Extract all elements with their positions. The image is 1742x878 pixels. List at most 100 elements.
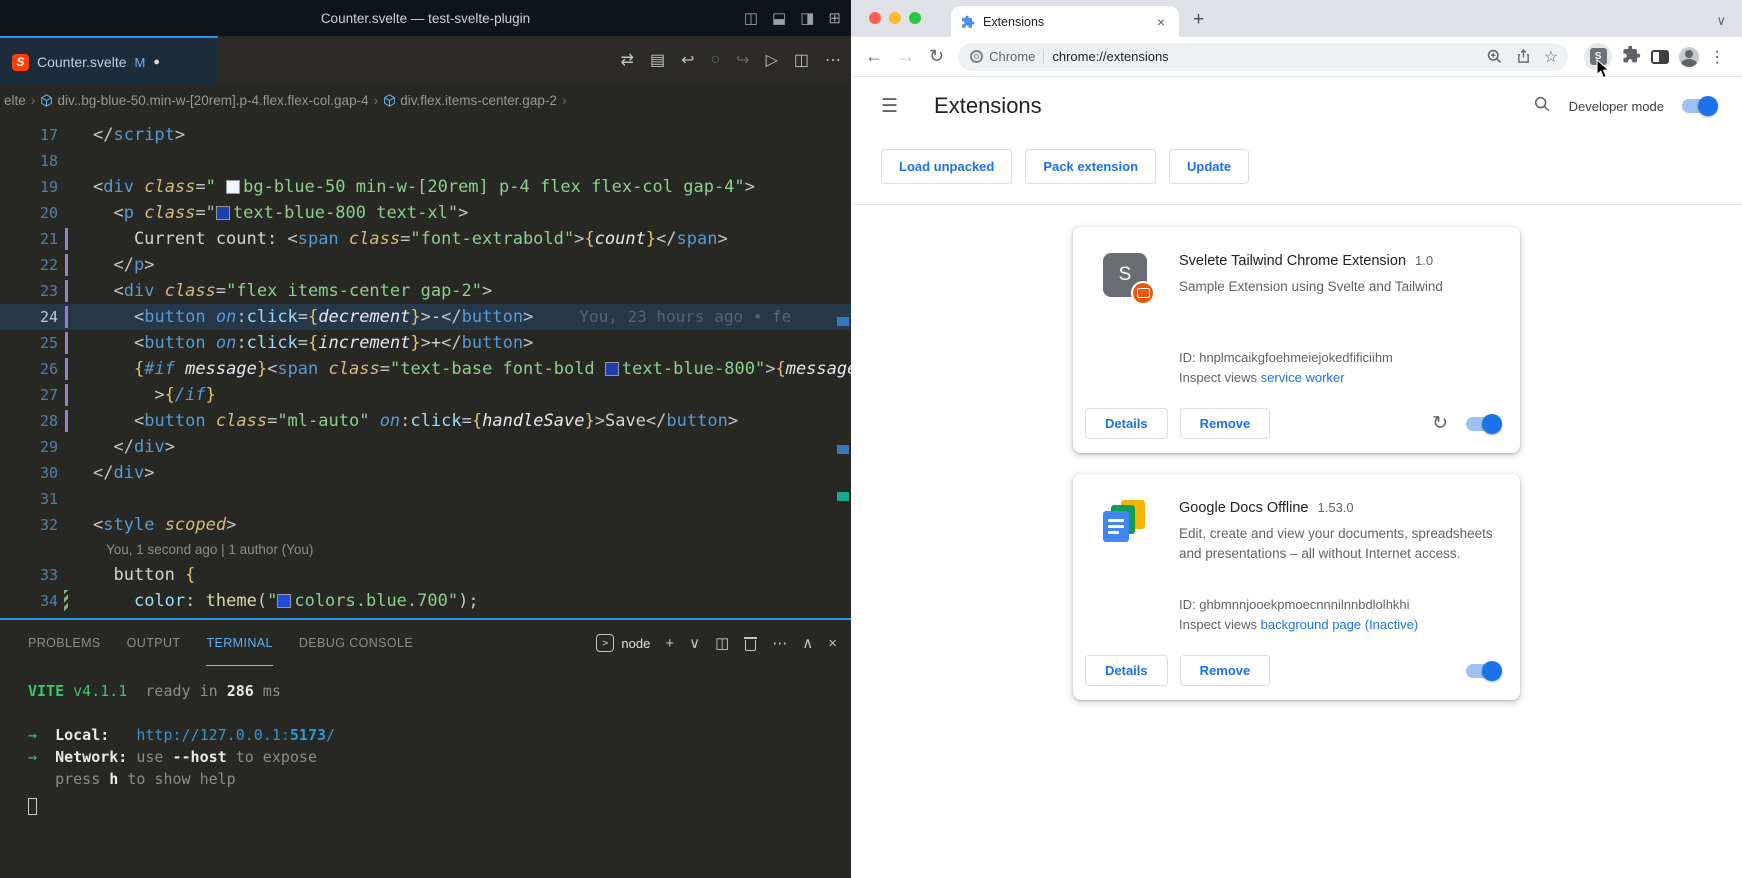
- code-text: {#if message}<span class="text-base font…: [84, 356, 851, 382]
- terminal-output[interactable]: VITE v4.1.1 ready in 286 ms→ Local: http…: [0, 666, 851, 819]
- zoom-icon[interactable]: [1486, 48, 1503, 65]
- code-line[interactable]: 30</div>: [0, 460, 851, 486]
- extension-enabled-toggle[interactable]: [1466, 417, 1500, 431]
- run-icon[interactable]: ▷: [766, 50, 778, 70]
- inspect-views-link[interactable]: service worker: [1261, 370, 1345, 385]
- blame-annotation-line[interactable]: You, 1 second ago | 1 author (You): [0, 538, 851, 562]
- color-swatch: [216, 206, 230, 220]
- nav-dot-icon[interactable]: ○: [710, 51, 720, 69]
- code-line[interactable]: 26 {#if message}<span class="text-base f…: [0, 356, 851, 382]
- chrome-menu-icon[interactable]: ⋮: [1709, 47, 1725, 67]
- breadcrumb-item[interactable]: div..bg-blue-50.min-w-[20rem].p-4.flex.f…: [40, 93, 368, 108]
- inspect-views-link[interactable]: background page (Inactive): [1261, 617, 1419, 632]
- load-unpacked-button[interactable]: Load unpacked: [881, 149, 1012, 184]
- search-icon[interactable]: [1533, 95, 1551, 118]
- code-line[interactable]: 17</script>: [0, 122, 851, 148]
- code-line[interactable]: 33 button {: [0, 562, 851, 588]
- more-panel-icon[interactable]: ⋯: [772, 634, 787, 652]
- browser-tab-extensions[interactable]: Extensions ×: [951, 6, 1179, 37]
- panel-tab-terminal[interactable]: TERMINAL: [206, 620, 272, 666]
- forward-button[interactable]: →: [897, 46, 915, 67]
- new-terminal-icon[interactable]: +: [665, 635, 674, 652]
- layout-sidebar-icon[interactable]: ◫: [744, 9, 758, 27]
- profile-avatar[interactable]: [1679, 47, 1699, 67]
- extension-enabled-toggle[interactable]: [1466, 664, 1500, 678]
- code-text: </div>: [84, 460, 154, 486]
- pinned-extension-button[interactable]: S: [1584, 43, 1612, 71]
- code-line[interactable]: 19<div class=" bg-blue-50 min-w-[20rem] …: [0, 174, 851, 200]
- code-line[interactable]: 18: [0, 148, 851, 174]
- layout-secondary-sidebar-icon[interactable]: ◨: [800, 9, 814, 27]
- reload-button[interactable]: ↻: [929, 46, 944, 67]
- update-button[interactable]: Update: [1169, 149, 1249, 184]
- pack-extension-button[interactable]: Pack extension: [1025, 149, 1156, 184]
- details-button[interactable]: Details: [1085, 655, 1168, 686]
- share-icon[interactable]: [1515, 48, 1532, 65]
- open-changes-icon[interactable]: ⇄: [621, 50, 634, 70]
- panel-tab-debug-console[interactable]: DEBUG CONSOLE: [299, 620, 413, 666]
- customize-layout-icon[interactable]: ⊞: [828, 9, 841, 27]
- code-text: <style scoped>: [84, 512, 236, 538]
- split-terminal-icon[interactable]: ◫: [715, 634, 729, 652]
- panel-tab-output[interactable]: OUTPUT: [127, 620, 181, 666]
- tab-counter-svelte[interactable]: S Counter.svelte M ●: [0, 36, 218, 86]
- kill-terminal-icon[interactable]: [744, 636, 757, 651]
- site-chip[interactable]: Chrome: [970, 49, 1044, 64]
- open-preview-icon[interactable]: ▤: [650, 50, 665, 70]
- url-text[interactable]: chrome://extensions: [1052, 49, 1477, 64]
- code-line[interactable]: 34 color: theme("colors.blue.700");: [0, 588, 851, 614]
- code-line[interactable]: 28 <button class="ml-auto" on:click={han…: [0, 408, 851, 434]
- close-panel-icon[interactable]: ×: [828, 635, 837, 652]
- code-line[interactable]: 23 <div class="flex items-center gap-2">: [0, 278, 851, 304]
- code-line[interactable]: 27 >{/if}: [0, 382, 851, 408]
- new-tab-button[interactable]: +: [1193, 9, 1204, 31]
- code-editor[interactable]: 17</script>1819<div class=" bg-blue-50 m…: [0, 114, 851, 618]
- nav-back-icon[interactable]: ↩: [681, 50, 694, 70]
- breadcrumb-label: div..bg-blue-50.min-w-[20rem].p-4.flex.f…: [57, 93, 368, 108]
- address-bar[interactable]: Chrome chrome://extensions ☆: [958, 43, 1568, 71]
- code-text: Current count: <span class="font-extrabo…: [84, 226, 728, 252]
- split-editor-icon[interactable]: ◫: [794, 50, 809, 70]
- tab-search-chevron-icon[interactable]: ∨: [1716, 13, 1726, 29]
- vscode-titlebar[interactable]: Counter.svelte — test-svelte-plugin ◫⬓◨⊞: [0, 0, 851, 36]
- terminal-shell-label[interactable]: node: [621, 636, 650, 651]
- code-line[interactable]: 22 </p>: [0, 252, 851, 278]
- code-line[interactable]: 32<style scoped>: [0, 512, 851, 538]
- side-panel-icon[interactable]: [1651, 50, 1669, 64]
- code-line[interactable]: 29 </div>: [0, 434, 851, 460]
- code-line[interactable]: 21 Current count: <span class="font-extr…: [0, 226, 851, 252]
- close-window-icon[interactable]: [869, 12, 881, 24]
- bookmark-star-icon[interactable]: ☆: [1544, 47, 1558, 67]
- maximize-panel-icon[interactable]: ∧: [802, 634, 813, 652]
- close-tab-icon[interactable]: ×: [1153, 14, 1169, 30]
- hamburger-menu-icon[interactable]: ☰: [881, 95, 898, 118]
- details-button[interactable]: Details: [1085, 408, 1168, 439]
- panel-tab-problems[interactable]: PROBLEMS: [28, 620, 101, 666]
- color-swatch: [226, 180, 240, 194]
- more-actions-icon[interactable]: ⋯: [825, 50, 841, 70]
- breadcrumb-item[interactable]: elte: [4, 93, 26, 108]
- developer-mode-toggle[interactable]: [1682, 99, 1716, 113]
- vscode-window: Counter.svelte — test-svelte-plugin ◫⬓◨⊞…: [0, 0, 851, 878]
- code-line[interactable]: 25 <button on:click={increment}>+</butto…: [0, 330, 851, 356]
- remove-button[interactable]: Remove: [1180, 408, 1271, 439]
- code-line[interactable]: 24 <button on:click={decrement}>-</butto…: [0, 304, 851, 330]
- card-body: Svelete Tailwind Chrome Extension 1.0 Sa…: [1179, 253, 1496, 388]
- minimize-window-icon[interactable]: [889, 12, 901, 24]
- code-line[interactable]: 20 <p class="text-blue-800 text-xl">: [0, 200, 851, 226]
- breadcrumb-item[interactable]: div.flex.items-center.gap-2: [383, 93, 557, 108]
- unsaved-dot-icon[interactable]: ●: [153, 56, 160, 68]
- back-button[interactable]: ←: [865, 46, 883, 67]
- reload-extension-icon[interactable]: ↻: [1432, 412, 1448, 435]
- remove-button[interactable]: Remove: [1180, 655, 1271, 686]
- line-number: 30: [0, 460, 84, 486]
- layout-panel-icon[interactable]: ⬓: [772, 9, 786, 27]
- terminal-dropdown-icon[interactable]: ∨: [689, 634, 700, 652]
- fullscreen-window-icon[interactable]: [909, 12, 921, 24]
- extensions-menu-puzzle-icon[interactable]: [1622, 45, 1641, 69]
- terminal-line: → Local: http://127.0.0.1:5173/: [28, 724, 851, 746]
- nav-forward-icon[interactable]: ↪: [736, 50, 749, 70]
- symbol-cube-icon: [40, 94, 53, 107]
- code-text: </div>: [84, 434, 175, 460]
- code-line[interactable]: 31: [0, 486, 851, 512]
